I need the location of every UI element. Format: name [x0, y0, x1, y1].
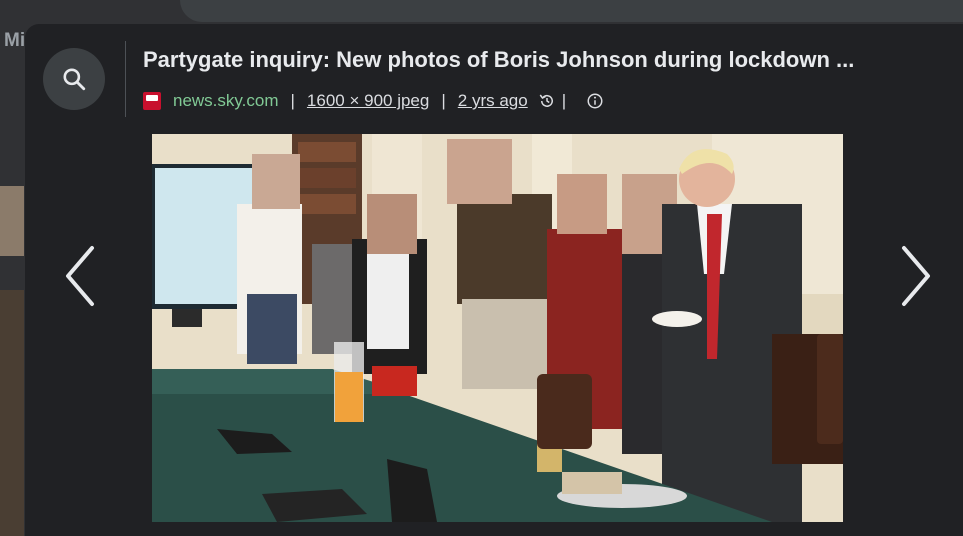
- separator: |: [441, 91, 446, 110]
- background-thumbnail[interactable]: [0, 186, 24, 256]
- sky-news-favicon: [143, 92, 161, 110]
- separator: |: [290, 91, 295, 110]
- history-icon[interactable]: [538, 92, 556, 110]
- search-button[interactable]: [43, 48, 105, 110]
- chevron-left-icon: [66, 246, 94, 306]
- image-size-link[interactable]: 1600 × 900 jpeg: [307, 91, 429, 111]
- chevron-right-icon: [902, 246, 930, 306]
- background-thumbnail[interactable]: [0, 290, 24, 536]
- search-icon: [63, 68, 86, 91]
- image-age-link[interactable]: 2 yrs ago: [458, 91, 528, 111]
- viewer-header: Partygate inquiry: New photos of Boris J…: [25, 24, 963, 134]
- separator: |: [561, 91, 567, 110]
- image-title[interactable]: Partygate inquiry: New photos of Boris J…: [143, 47, 943, 73]
- image-viewer-panel: Partygate inquiry: New photos of Boris J…: [25, 24, 963, 536]
- preview-image[interactable]: [152, 134, 843, 522]
- background-search-bar: [180, 0, 963, 22]
- source-domain-link[interactable]: news.sky.com: [173, 91, 279, 111]
- info-icon[interactable]: [586, 92, 604, 110]
- image-meta-row: news.sky.com | 1600 × 900 jpeg | 2 yrs a…: [143, 89, 604, 113]
- header-divider: [125, 41, 126, 117]
- background-partial-text: Mi: [4, 30, 26, 51]
- photo-illustration: [152, 134, 843, 522]
- previous-image-button[interactable]: [50, 246, 110, 306]
- next-image-button[interactable]: [886, 246, 946, 306]
